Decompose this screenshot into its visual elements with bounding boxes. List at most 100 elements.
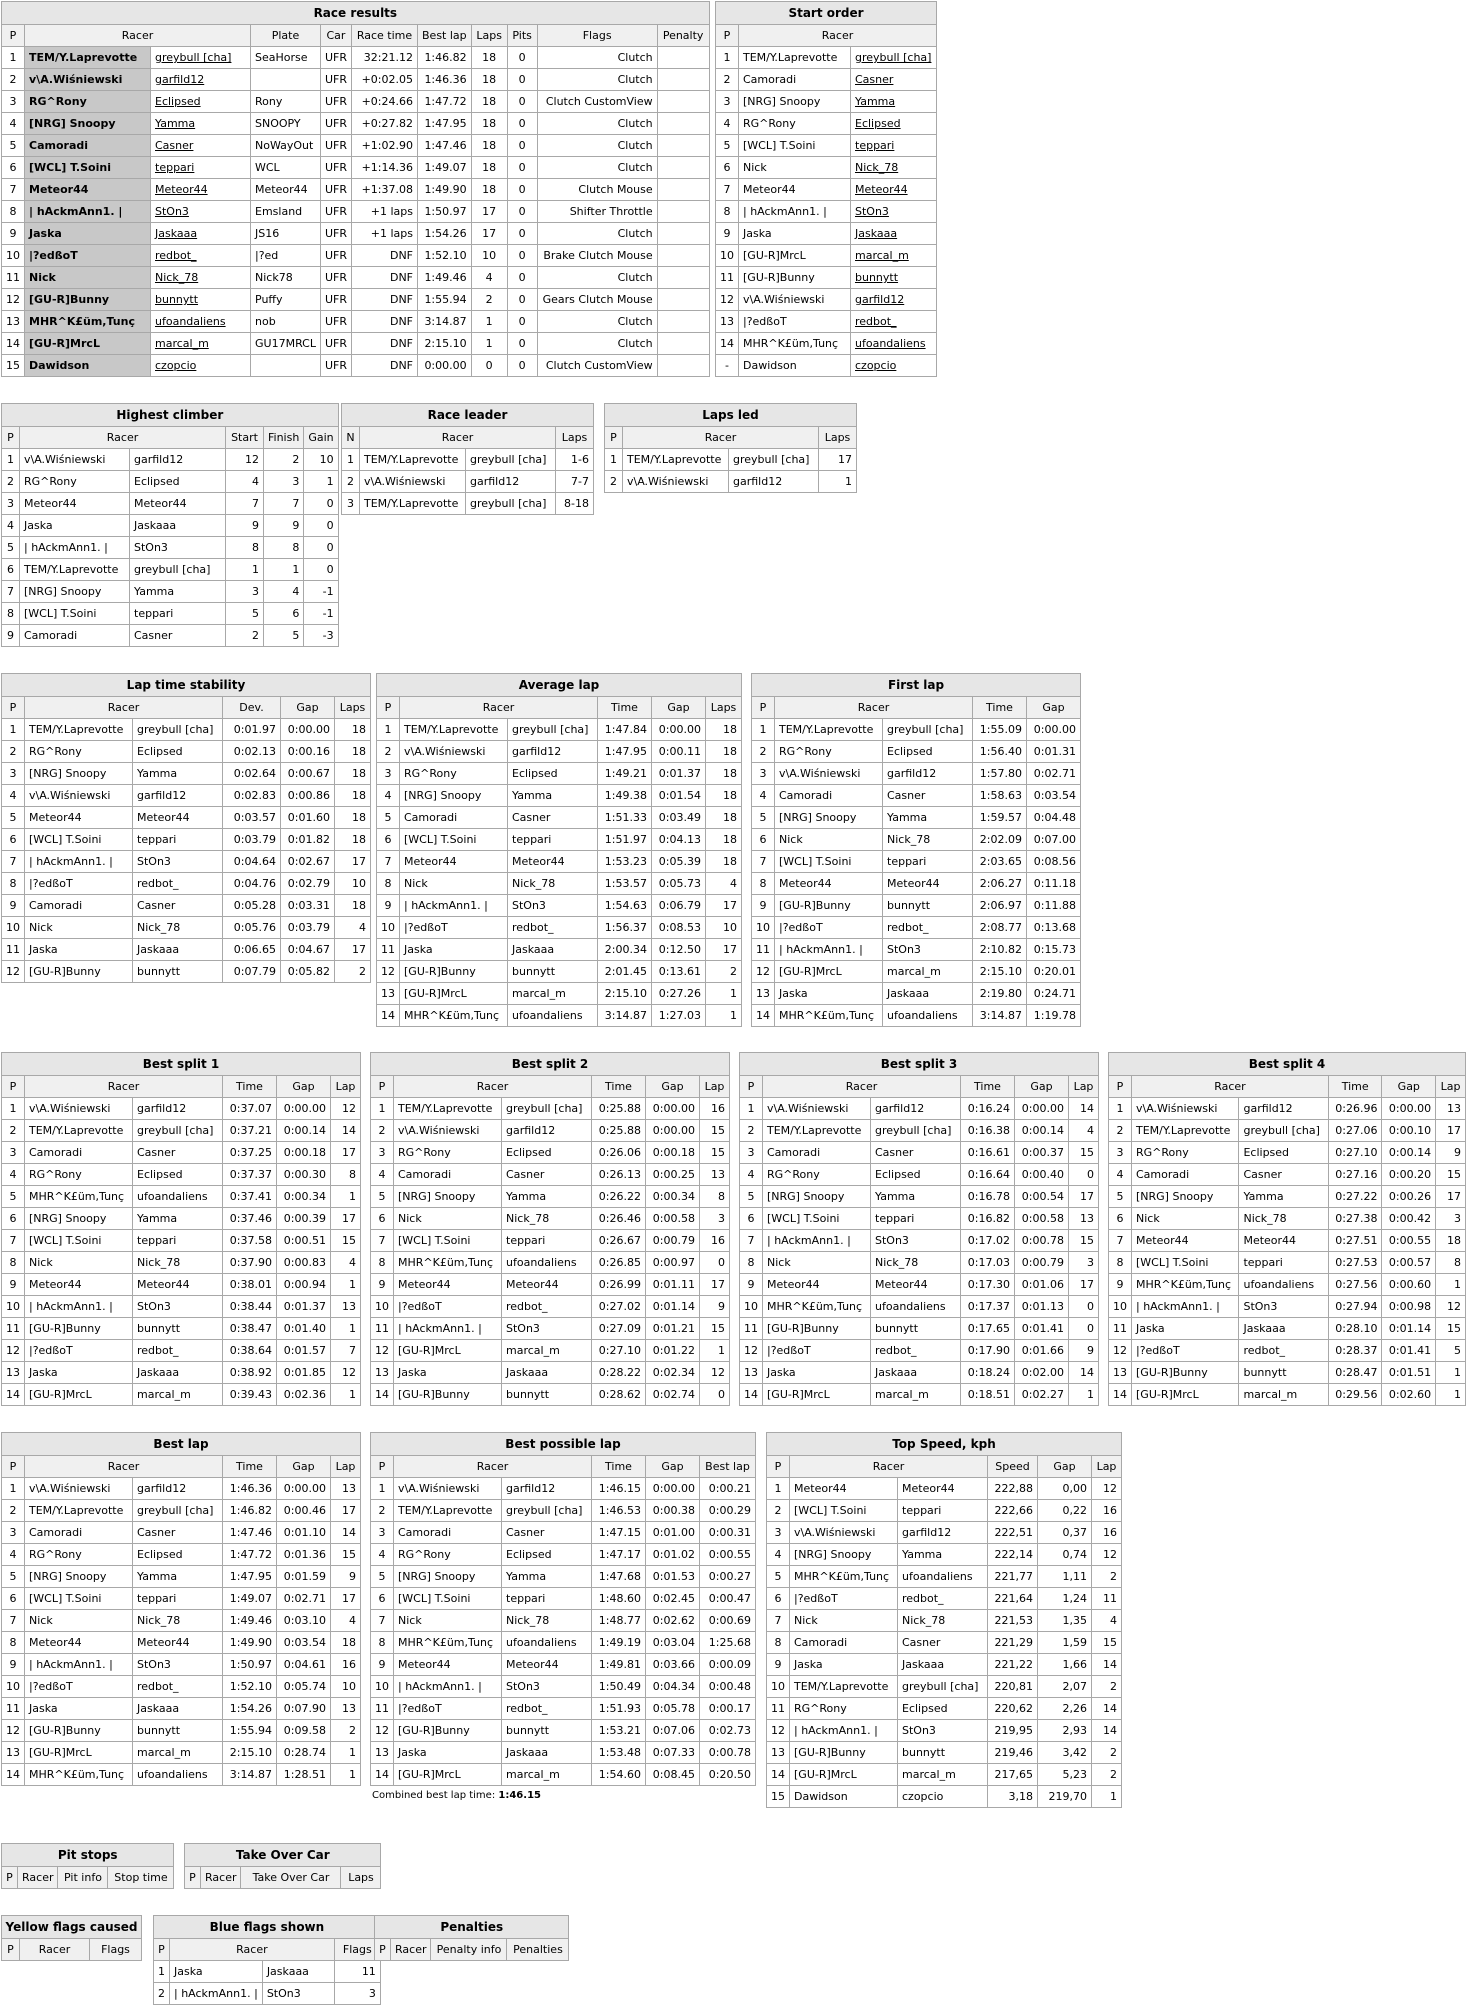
cell: 0:02.79 [280, 872, 335, 895]
cell: 0:00.97 [645, 1251, 700, 1274]
column-header: Pit info [57, 1866, 109, 1889]
cell: 10 [705, 916, 742, 939]
cell: 13 [1, 1741, 25, 1764]
user-link[interactable]: marcal_m [150, 332, 251, 355]
user-link[interactable]: garfild12 [150, 68, 251, 91]
user-link[interactable]: greybull [cha] [150, 46, 251, 69]
cell: 4 [262, 580, 305, 603]
cell: 0:27.06 [1327, 1119, 1383, 1142]
cell: 10 [1, 1295, 25, 1318]
best-split-1-table: Best split 1 P Racer Time Gap Lap 1 v\A.Wiśniew… [1, 1052, 361, 1406]
cell: 11 [1, 1317, 25, 1340]
penalties-table: Penalties P Racer Penalty info Penalties [374, 1915, 570, 1961]
user-link[interactable]: Casner [150, 134, 251, 157]
column-header: P [370, 1455, 394, 1478]
user-link[interactable]: StOn3 [850, 200, 937, 223]
cell: [GU-R]Bunny [24, 960, 133, 983]
table-row: 14 [GU-R]MrcL marcal_m 0:18.51 0:02.27 1 [739, 1383, 1099, 1406]
cell: 7 [715, 178, 739, 201]
table-row: 3 [NRG] Snoopy Yamma [715, 90, 937, 113]
cell: Camoradi [393, 1521, 502, 1544]
user-link[interactable]: Jaskaaa [850, 222, 937, 245]
user-link[interactable]: Eclipsed [150, 90, 251, 113]
user-link[interactable]: czopcio [850, 354, 937, 377]
cell: 0 [303, 558, 339, 581]
user-link[interactable]: Eclipsed [850, 112, 937, 135]
table-row: 4 [NRG] Snoopy Yamma 222,14 0,74 12 [766, 1543, 1122, 1566]
cell: Meteor44 [399, 850, 508, 873]
cell: 0:02.13 [222, 740, 281, 763]
cell: 0:00.37 [1014, 1141, 1069, 1164]
user-link[interactable]: Nick_78 [150, 266, 251, 289]
cell: 6 [1, 156, 25, 179]
cell: 0:01.97 [222, 718, 281, 741]
table-row: 12 | hAckmAnn1. | StOn3 219,95 2,93 14 [766, 1719, 1122, 1742]
table-row: 3 Meteor44 Meteor44 7 7 0 [1, 492, 339, 515]
cell: ufoandaliens [897, 1565, 988, 1588]
table-row: 1 v\A.Wiśniewski garfild12 0:26.96 0:00.00 13 [1108, 1097, 1466, 1120]
user-link[interactable]: Meteor44 [150, 178, 251, 201]
cell: 0:27.22 [1327, 1185, 1383, 1208]
cell: [NRG] Snoopy [393, 1565, 502, 1588]
cell: 0:24.71 [1026, 982, 1081, 1005]
cell: 0:27.51 [1327, 1229, 1383, 1252]
cell: [NRG] Snoopy [24, 1207, 133, 1230]
cell: 12 [1, 1719, 25, 1742]
cell: Jaskaaa [132, 1361, 223, 1384]
user-link[interactable]: bunnytt [850, 266, 937, 289]
user-link[interactable]: garfild12 [850, 288, 937, 311]
cell: 3 [1, 762, 25, 785]
user-link[interactable]: Yamma [850, 90, 937, 113]
cell: Nick_78 [132, 1251, 223, 1274]
user-link[interactable]: Meteor44 [850, 178, 937, 201]
cell: |?edßoT [774, 916, 883, 939]
user-link[interactable]: teppari [850, 134, 937, 157]
cell: 0:00.00 [417, 354, 472, 377]
user-link[interactable]: Yamma [150, 112, 251, 135]
table-row: 8 Camoradi Casner 221,29 1,59 15 [766, 1631, 1122, 1654]
user-link[interactable]: marcal_m [850, 244, 937, 267]
column-header: Racer [762, 1075, 961, 1098]
table-row: 4 [NRG] Snoopy Yamma 1:49.38 0:01.54 18 [376, 784, 742, 807]
best-split-1-title: Best split 1 [1, 1052, 361, 1075]
cell: 0:00.83 [276, 1251, 331, 1274]
user-link[interactable]: teppari [150, 156, 251, 179]
cell: 8-18 [555, 492, 594, 515]
cell: 0:05.28 [222, 894, 281, 917]
cell: 0:01.57 [276, 1339, 331, 1362]
cell: | hAckmAnn1. | [393, 1317, 502, 1340]
header-row: P Racer Time Gap Best lap [370, 1455, 756, 1478]
cell: 15 [1068, 1229, 1099, 1252]
table-row: 10 |?edßoT redbot_ |?ed UFR DNF 1:52.10 10 0 Brak… [1, 244, 710, 267]
cell: 1 [699, 1339, 730, 1362]
cell: 2:02.09 [972, 828, 1027, 851]
user-link[interactable]: Casner [850, 68, 937, 91]
user-link[interactable]: Jaskaaa [150, 222, 251, 245]
cell: 8 [370, 1631, 394, 1654]
cell: 0:00.16 [280, 740, 335, 763]
user-link[interactable]: czopcio [150, 354, 251, 377]
cell: 17 [470, 200, 508, 223]
cell: 0:00.25 [645, 1163, 700, 1186]
cell: Jaska [24, 1361, 133, 1384]
user-link[interactable]: Nick_78 [850, 156, 937, 179]
user-link[interactable]: ufoandaliens [850, 332, 937, 355]
user-link[interactable]: redbot_ [850, 310, 937, 333]
user-link[interactable]: ufoandaliens [150, 310, 251, 333]
user-link[interactable]: StOn3 [150, 200, 251, 223]
user-link[interactable]: redbot_ [150, 244, 251, 267]
cell: | hAckmAnn1. | [169, 1982, 263, 2005]
table-row: 3 RG^Rony Eclipsed 0:26.06 0:00.18 15 [370, 1141, 730, 1164]
cell: 8 [739, 1251, 763, 1274]
table-row: 5 Meteor44 Meteor44 0:03.57 0:01.60 18 [1, 806, 371, 829]
cell: 18 [705, 850, 742, 873]
user-link[interactable]: greybull [cha] [850, 46, 937, 69]
cell: 8 [262, 536, 305, 559]
cell: greybull [cha] [1238, 1119, 1329, 1142]
column-header: P [1, 1938, 20, 1961]
header-row: P Racer Flags [153, 1938, 381, 1961]
table-row: 6 [WCL] T.Soini teppari 0:16.82 0:00.58 13 [739, 1207, 1099, 1230]
user-link[interactable]: bunnytt [150, 288, 251, 311]
best-split-2-title: Best split 2 [370, 1052, 730, 1075]
column-header: Pits [506, 24, 538, 47]
